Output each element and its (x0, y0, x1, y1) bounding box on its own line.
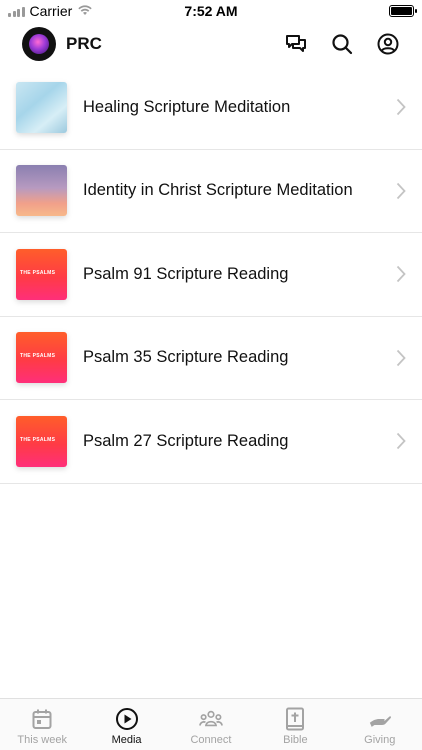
play-circle-icon (115, 707, 139, 731)
giving-hand-icon (368, 707, 392, 731)
media-thumbnail (16, 165, 67, 217)
search-icon[interactable] (330, 32, 354, 56)
tab-media[interactable]: Media (85, 707, 169, 746)
carrier-label: Carrier (29, 3, 73, 19)
media-list: Healing Scripture Meditation Identity in… (0, 66, 422, 484)
signal-icon (8, 6, 25, 17)
tab-this-week[interactable]: This week (0, 707, 84, 746)
media-thumbnail (16, 81, 67, 133)
chevron-right-icon (396, 432, 406, 450)
tab-connect[interactable]: Connect (169, 707, 253, 746)
chevron-right-icon (396, 265, 406, 283)
list-item[interactable]: THE PSALMS Psalm 27 Scripture Reading (0, 400, 422, 484)
app-header: PRC (0, 24, 422, 64)
media-thumbnail: THE PSALMS (16, 248, 67, 300)
media-thumbnail: THE PSALMS (16, 415, 67, 467)
list-item-title: Psalm 35 Scripture Reading (83, 348, 289, 367)
people-icon (199, 707, 223, 731)
profile-icon[interactable] (376, 32, 400, 56)
status-bar: Carrier 7:52 AM (0, 0, 422, 22)
thumbnail-text: THE PSALMS (20, 436, 56, 443)
tab-bar: This week Media Connect Bible Giving (0, 698, 422, 750)
chat-icon[interactable] (284, 32, 308, 56)
chevron-right-icon (396, 349, 406, 367)
tab-label: Media (111, 734, 142, 746)
list-item-title: Psalm 91 Scripture Reading (83, 264, 289, 283)
list-item-title: Identity in Christ Scripture Meditation (83, 181, 353, 200)
calendar-icon (30, 707, 54, 731)
list-item[interactable]: THE PSALMS Psalm 35 Scripture Reading (0, 317, 422, 400)
status-left: Carrier (8, 3, 93, 19)
tab-label: This week (17, 734, 67, 746)
app-logo[interactable] (22, 27, 56, 61)
wifi-icon (77, 3, 93, 19)
header-actions (284, 32, 400, 56)
list-item[interactable]: Healing Scripture Meditation (0, 66, 422, 150)
bible-icon (283, 707, 307, 731)
chevron-right-icon (396, 98, 406, 116)
tab-label: Bible (283, 734, 308, 746)
chevron-right-icon (396, 182, 406, 200)
media-thumbnail: THE PSALMS (16, 332, 67, 384)
list-item[interactable]: THE PSALMS Psalm 91 Scripture Reading (0, 233, 422, 317)
app-title: PRC (66, 34, 102, 53)
battery-icon (389, 5, 417, 17)
tab-label: Giving (364, 734, 396, 746)
list-item-title: Healing Scripture Meditation (83, 97, 291, 116)
tab-giving[interactable]: Giving (338, 707, 422, 746)
thumbnail-text: THE PSALMS (20, 353, 56, 360)
list-item[interactable]: Identity in Christ Scripture Meditation (0, 150, 422, 233)
screen: Carrier 7:52 AM PRC Healing Scripture Me… (0, 0, 422, 750)
thumbnail-text: THE PSALMS (20, 269, 56, 276)
list-item-title: Psalm 27 Scripture Reading (83, 431, 289, 450)
tab-bible[interactable]: Bible (253, 707, 337, 746)
tab-label: Connect (190, 734, 232, 746)
